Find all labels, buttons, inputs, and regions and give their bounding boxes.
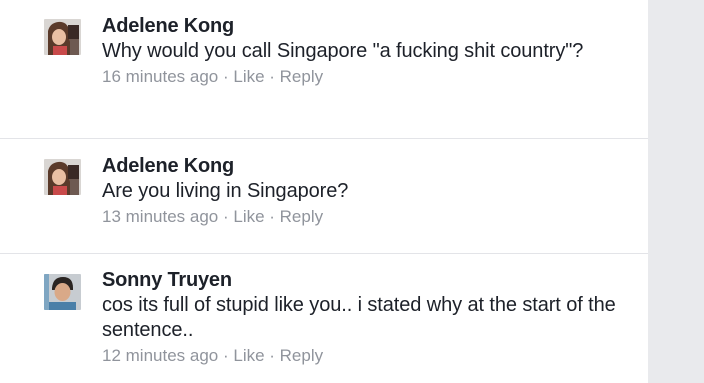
comment-timestamp[interactable]: 12 minutes ago — [102, 346, 218, 365]
comment-author[interactable]: Adelene Kong — [102, 154, 622, 179]
meta-separator: · — [264, 346, 280, 365]
avatar-adelene-image — [44, 159, 81, 195]
comment-thread: Adelene Kong Why would you call Singapor… — [0, 0, 648, 383]
avatar[interactable] — [44, 274, 81, 310]
comment-item: Adelene Kong Why would you call Singapor… — [0, 0, 648, 138]
comment-text: Why would you call Singapore "a fucking … — [102, 40, 584, 62]
avatar[interactable] — [44, 159, 81, 195]
like-link[interactable]: Like — [233, 207, 264, 226]
comment-body: Adelene Kong Are you living in Singapore… — [102, 154, 622, 228]
comment-meta: 12 minutes ago · Like · Reply — [102, 345, 622, 367]
meta-separator: · — [264, 67, 280, 86]
comment-meta: 16 minutes ago · Like · Reply — [102, 66, 622, 88]
comment-timestamp[interactable]: 16 minutes ago — [102, 67, 218, 86]
comment-author[interactable]: Sonny Truyen — [102, 268, 622, 293]
avatar-adelene-image — [44, 19, 81, 55]
meta-separator: · — [218, 346, 234, 365]
meta-separator: · — [218, 207, 234, 226]
meta-separator: · — [264, 207, 280, 226]
meta-separator: · — [218, 67, 234, 86]
comment-text: Are you living in Singapore? — [102, 180, 349, 202]
page-gutter — [648, 0, 704, 383]
comment-timestamp[interactable]: 13 minutes ago — [102, 207, 218, 226]
comment-body: Adelene Kong Why would you call Singapor… — [102, 14, 622, 88]
comment-author[interactable]: Adelene Kong — [102, 14, 622, 39]
reply-link[interactable]: Reply — [280, 207, 323, 226]
comment-body: Sonny Truyen cos its full of stupid like… — [102, 268, 622, 367]
like-link[interactable]: Like — [233, 346, 264, 365]
reply-link[interactable]: Reply — [280, 346, 323, 365]
screenshot-viewport: Adelene Kong Why would you call Singapor… — [0, 0, 704, 383]
avatar-sonny-image — [44, 274, 81, 310]
avatar[interactable] — [44, 19, 81, 55]
comment-text: cos its full of stupid like you.. i stat… — [102, 294, 616, 341]
comment-meta: 13 minutes ago · Like · Reply — [102, 206, 622, 228]
reply-link[interactable]: Reply — [280, 67, 323, 86]
like-link[interactable]: Like — [233, 67, 264, 86]
